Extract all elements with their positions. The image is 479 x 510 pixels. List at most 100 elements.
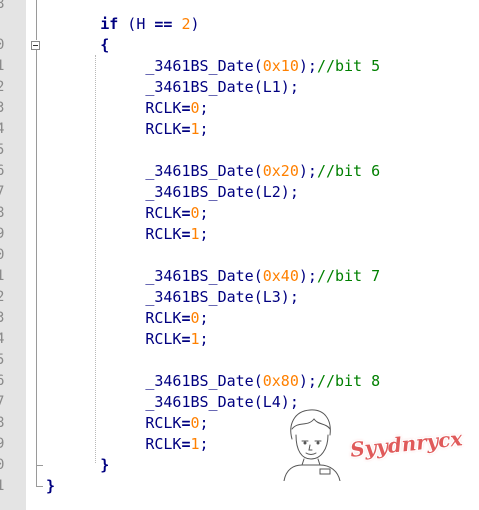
- code-line-func-close[interactable]: }: [46, 476, 55, 497]
- number-literal: 2: [172, 15, 191, 33]
- function-call: _3461BS_Date(L4);: [145, 393, 299, 411]
- code-line[interactable]: _3461BS_Date(0x20);//bit 6: [46, 161, 380, 182]
- number-literal: 0: [190, 414, 200, 432]
- operator: =: [181, 330, 191, 348]
- identifier: RCLK: [145, 414, 182, 432]
- line-number: 7: [0, 394, 5, 410]
- hex-literal: 0x20: [262, 162, 299, 180]
- brace: {: [100, 36, 110, 54]
- identifier: RCLK: [145, 435, 182, 453]
- code-line[interactable]: _3461BS_Date(L2);: [46, 182, 299, 203]
- fold-end-marker: [36, 465, 43, 466]
- semicolon: ;: [199, 435, 209, 453]
- code-line[interactable]: RCLK=1;: [46, 224, 209, 245]
- comment: //bit 8: [316, 372, 381, 390]
- paren: (: [118, 15, 137, 33]
- semicolon: ;: [199, 204, 209, 222]
- operator: =: [181, 225, 191, 243]
- code-line[interactable]: _3461BS_Date(L3);: [46, 287, 299, 308]
- call-suffix: );: [298, 267, 317, 285]
- operator: ==: [145, 15, 173, 33]
- code-line[interactable]: RCLK=0;: [46, 98, 209, 119]
- code-line[interactable]: RCLK=0;: [46, 413, 209, 434]
- identifier: H: [136, 15, 146, 33]
- semicolon: ;: [199, 99, 209, 117]
- code-line[interactable]: RCLK=0;: [46, 203, 209, 224]
- number-literal: 0: [190, 204, 200, 222]
- semicolon: ;: [199, 225, 209, 243]
- line-number: 6: [0, 373, 5, 389]
- semicolon: ;: [199, 309, 209, 327]
- operator: =: [181, 204, 191, 222]
- code-line[interactable]: _3461BS_Date(0x80);//bit 8: [46, 371, 380, 392]
- hex-literal: 0x10: [262, 57, 299, 75]
- identifier: RCLK: [145, 120, 182, 138]
- call-suffix: );: [298, 162, 317, 180]
- identifier: RCLK: [145, 330, 182, 348]
- code-line[interactable]: _3461BS_Date(L1);: [46, 77, 299, 98]
- fold-minus-icon[interactable]: [31, 41, 40, 50]
- line-number: 1: [0, 58, 5, 74]
- semicolon: ;: [199, 414, 209, 432]
- watermark-logo: Syydnrycx: [349, 426, 464, 462]
- number-literal: 1: [190, 435, 200, 453]
- code-line[interactable]: RCLK=1;: [46, 119, 209, 140]
- brace: }: [46, 477, 56, 495]
- fold-margin: [26, 0, 42, 510]
- code-line-close-brace[interactable]: }: [46, 455, 109, 476]
- number-literal: 1: [190, 225, 200, 243]
- fold-end-marker: [36, 486, 43, 487]
- code-line[interactable]: RCLK=0;: [46, 308, 209, 329]
- identifier: RCLK: [145, 225, 182, 243]
- comment: //bit 6: [316, 162, 381, 180]
- line-number: 1: [0, 478, 5, 494]
- number-literal: 1: [190, 330, 200, 348]
- code-line-if[interactable]: if (H == 2): [46, 14, 199, 35]
- operator: =: [181, 99, 191, 117]
- operator: =: [181, 414, 191, 432]
- fold-line: [36, 466, 37, 486]
- line-number: 7: [0, 184, 5, 200]
- line-number: 8: [0, 205, 5, 221]
- semicolon: ;: [199, 120, 209, 138]
- call-suffix: );: [298, 57, 317, 75]
- function-call: _3461BS_Date(: [145, 267, 263, 285]
- comment: //bit 5: [316, 57, 381, 75]
- function-call: _3461BS_Date(L3);: [145, 288, 299, 306]
- comment: //bit 7: [316, 267, 381, 285]
- line-number: 0: [0, 457, 5, 473]
- line-number: 5: [0, 142, 5, 158]
- line-number: 1: [0, 268, 5, 284]
- operator: =: [181, 309, 191, 327]
- line-number: 3: [0, 100, 5, 116]
- function-call: _3461BS_Date(: [145, 57, 263, 75]
- semicolon: ;: [199, 330, 209, 348]
- identifier: RCLK: [145, 99, 182, 117]
- code-line-open-brace[interactable]: {: [46, 35, 109, 56]
- identifier: RCLK: [145, 309, 182, 327]
- code-line[interactable]: RCLK=1;: [46, 434, 209, 455]
- line-number: 5: [0, 352, 5, 368]
- number-literal: 0: [190, 309, 200, 327]
- hex-literal: 0x80: [262, 372, 299, 390]
- line-number: 0: [0, 37, 5, 53]
- fold-line: [36, 50, 37, 465]
- line-number: 9: [0, 226, 5, 242]
- code-line[interactable]: RCLK=1;: [46, 329, 209, 350]
- function-call: _3461BS_Date(L2);: [145, 183, 299, 201]
- keyword-if: if: [100, 15, 119, 33]
- function-call: _3461BS_Date(L1);: [145, 78, 299, 96]
- operator: =: [181, 120, 191, 138]
- call-suffix: );: [298, 372, 317, 390]
- line-number: 4: [0, 331, 5, 347]
- line-number: 3: [0, 310, 5, 326]
- line-number: 8: [0, 415, 5, 431]
- line-number: 2: [0, 79, 5, 95]
- line-number: 2: [0, 289, 5, 305]
- line-number: 0: [0, 247, 5, 263]
- code-line[interactable]: _3461BS_Date(0x40);//bit 7: [46, 266, 380, 287]
- identifier: RCLK: [145, 204, 182, 222]
- code-line[interactable]: _3461BS_Date(L4);: [46, 392, 299, 413]
- code-line[interactable]: _3461BS_Date(0x10);//bit 5: [46, 56, 380, 77]
- function-call: _3461BS_Date(: [145, 372, 263, 390]
